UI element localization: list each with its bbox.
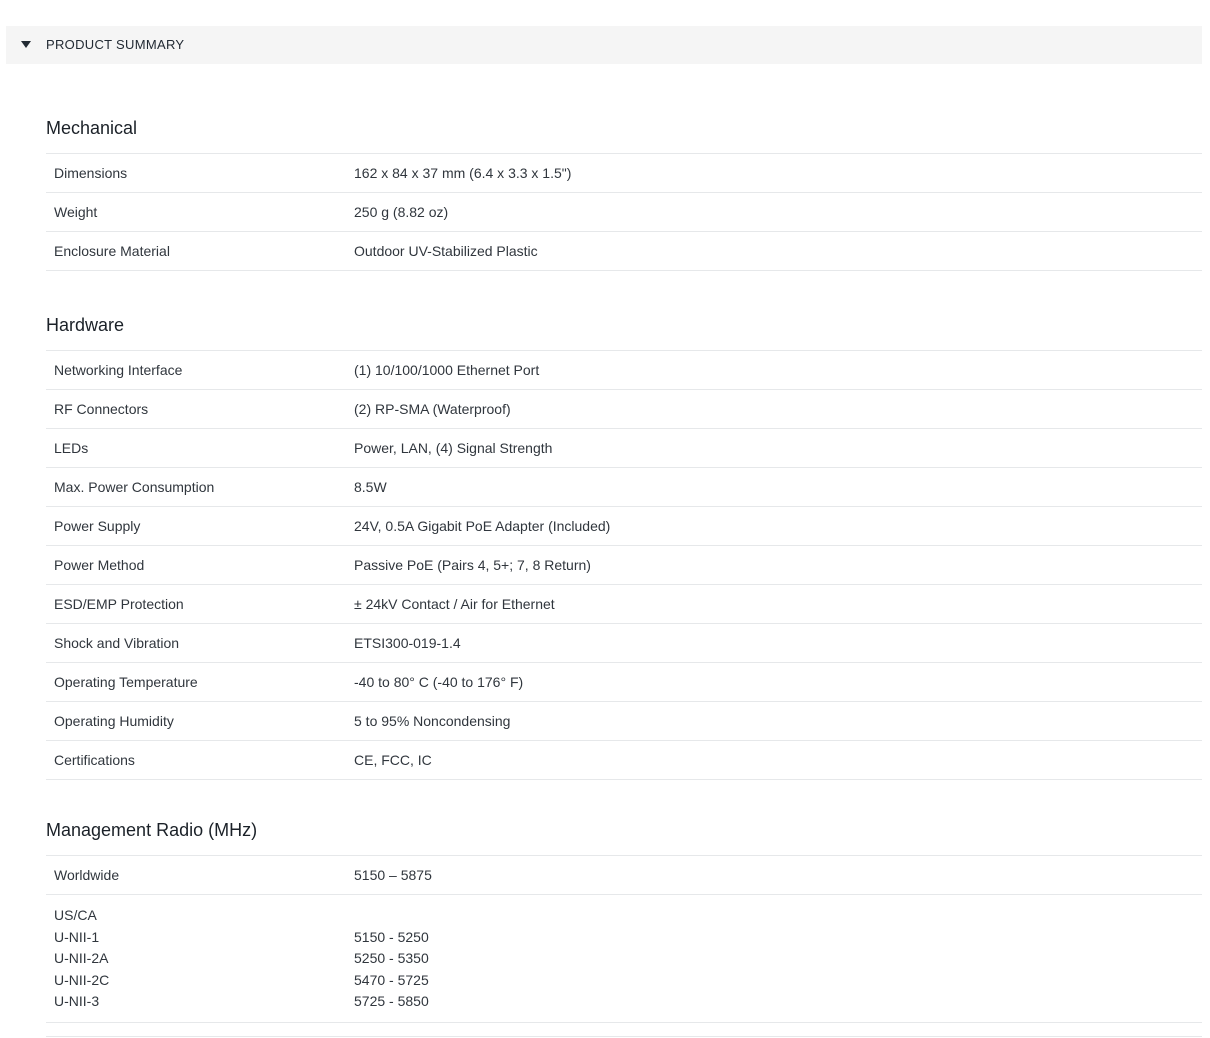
spec-value: Power, LAN, (4) Signal Strength	[354, 440, 553, 456]
spec-label: Power Method	[54, 557, 145, 573]
table-row: Operating Humidity 5 to 95% Noncondensin…	[46, 702, 1202, 741]
spec-value: Passive PoE (Pairs 4, 5+; 7, 8 Return)	[354, 557, 591, 573]
table-row: Weight 250 g (8.82 oz)	[46, 193, 1202, 232]
table-row: Certifications CE, FCC, IC	[46, 741, 1202, 780]
hardware-spec-table: Networking Interface (1) 10/100/1000 Eth…	[46, 350, 1202, 780]
table-row: US/CA U-NII-1 U-NII-2A U-NII-2C U-NII-3 …	[46, 895, 1202, 1023]
caret-down-icon	[21, 41, 31, 48]
spec-value	[354, 905, 1202, 927]
table-row: Networking Interface (1) 10/100/1000 Eth…	[46, 351, 1202, 390]
section-title-mechanical: Mechanical	[46, 118, 138, 138]
spec-label: Worldwide	[54, 867, 120, 883]
spec-value: 5150 – 5875	[354, 867, 432, 883]
spec-label: Certifications	[54, 752, 135, 768]
spec-value: ETSI300-019-1.4	[354, 635, 461, 651]
spec-value: 5250 - 5350	[354, 950, 429, 966]
spec-value: -40 to 80° C (-40 to 176° F)	[354, 674, 524, 690]
spec-label: RF Connectors	[54, 401, 149, 417]
spec-label: Max. Power Consumption	[54, 479, 215, 495]
section-title-management-radio: Management Radio (MHz)	[46, 820, 258, 840]
spec-value: ± 24kV Contact / Air for Ethernet	[354, 596, 555, 612]
table-row: Max. Power Consumption 8.5W	[46, 468, 1202, 507]
table-row: RF Connectors (2) RP-SMA (Waterproof)	[46, 390, 1202, 429]
spec-value: 5150 - 5250	[354, 928, 429, 945]
spec-label: Power Supply	[54, 518, 141, 534]
product-summary-toggle[interactable]: PRODUCT SUMMARY	[6, 26, 1202, 64]
spec-value-group: 5150 - 5250 5250 - 5350 5470 - 5725 5725…	[354, 905, 1202, 1013]
spec-label: Shock and Vibration	[54, 635, 180, 651]
spec-value: 8.5W	[354, 479, 387, 495]
spec-value: 24V, 0.5A Gigabit PoE Adapter (Included)	[354, 518, 611, 534]
table-row: Shock and Vibration ETSI300-019-1.4	[46, 624, 1202, 663]
table-row: LEDs Power, LAN, (4) Signal Strength	[46, 429, 1202, 468]
spec-value: (1) 10/100/1000 Ethernet Port	[354, 362, 540, 378]
table-row: Enclosure Material Outdoor UV-Stabilized…	[46, 232, 1202, 271]
spec-value: Outdoor UV-Stabilized Plastic	[354, 243, 538, 259]
spec-value: 250 g (8.82 oz)	[354, 204, 449, 220]
table-row: Power Method Passive PoE (Pairs 4, 5+; 7…	[46, 546, 1202, 585]
spec-value: CE, FCC, IC	[354, 752, 432, 768]
spec-label: ESD/EMP Protection	[54, 596, 184, 612]
table-row: Operating Temperature -40 to 80° C (-40 …	[46, 663, 1202, 702]
spec-label: U-NII-2C	[54, 971, 110, 988]
spec-label: Enclosure Material	[54, 243, 170, 259]
spec-label: Operating Humidity	[54, 713, 174, 729]
product-summary-label: PRODUCT SUMMARY	[46, 37, 185, 52]
spec-label: US/CA	[54, 907, 97, 923]
divider	[46, 1036, 1202, 1037]
spec-value: 5725 - 5850	[354, 993, 429, 1009]
spec-value: 5470 - 5725	[354, 971, 429, 988]
spec-value: 5 to 95% Noncondensing	[354, 713, 511, 729]
spec-value: 162 x 84 x 37 mm (6.4 x 3.3 x 1.5")	[354, 165, 572, 181]
spec-label-group: US/CA U-NII-1 U-NII-2A U-NII-2C U-NII-3	[46, 905, 354, 1013]
spec-label: Weight	[54, 204, 98, 220]
spec-label: LEDs	[54, 440, 89, 456]
spec-label: Dimensions	[54, 165, 128, 181]
spec-label: U-NII-2A	[54, 950, 109, 966]
table-row: Dimensions 162 x 84 x 37 mm (6.4 x 3.3 x…	[46, 154, 1202, 193]
spec-value: (2) RP-SMA (Waterproof)	[354, 401, 511, 417]
table-row: Power Supply 24V, 0.5A Gigabit PoE Adapt…	[46, 507, 1202, 546]
spec-label: Networking Interface	[54, 362, 183, 378]
spec-label: U-NII-3	[54, 993, 100, 1009]
spec-label: U-NII-1	[54, 928, 100, 945]
mechanical-spec-table: Dimensions 162 x 84 x 37 mm (6.4 x 3.3 x…	[46, 153, 1202, 271]
radio-spec-table: Worldwide 5150 – 5875 US/CA U-NII-1 U-NI…	[46, 855, 1202, 1023]
table-row: Worldwide 5150 – 5875	[46, 856, 1202, 895]
spec-label: Operating Temperature	[54, 674, 198, 690]
section-title-hardware: Hardware	[46, 315, 125, 335]
table-row: ESD/EMP Protection ± 24kV Contact / Air …	[46, 585, 1202, 624]
